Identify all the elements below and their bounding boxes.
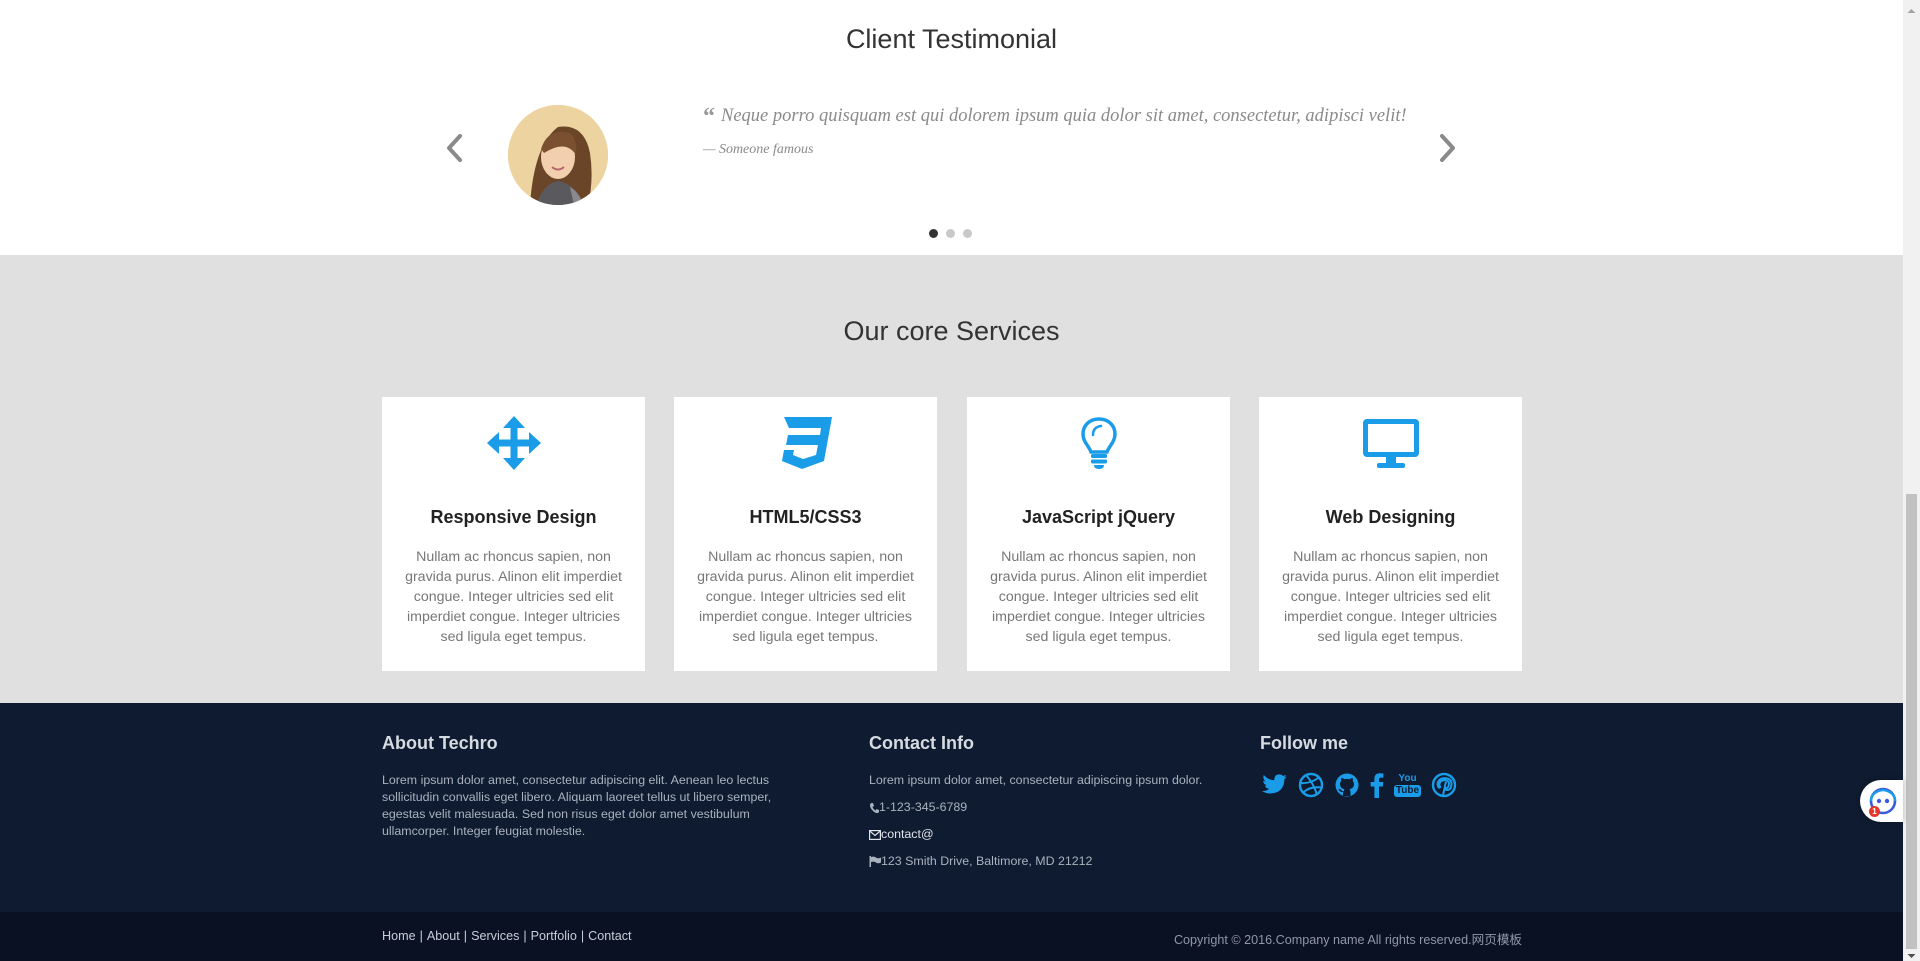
youtube-icon[interactable]: You Tube bbox=[1393, 770, 1422, 800]
carousel-dot-1[interactable] bbox=[929, 229, 938, 238]
testimonial-section: Client Testimonial “ Neque porro quisquam… bbox=[0, 0, 1903, 255]
nav-separator: | bbox=[580, 929, 585, 943]
contact-phone-row: 1-123-345-6789 bbox=[869, 799, 967, 816]
contact-email-row[interactable]: contact@ bbox=[869, 826, 934, 843]
carousel-dot-3[interactable] bbox=[963, 229, 972, 238]
avatar bbox=[508, 105, 608, 205]
footer: About Techro Lorem ipsum dolor amet, con… bbox=[0, 703, 1903, 912]
copyright-text: Copyright © 2016.Company name All rights… bbox=[1173, 933, 1472, 947]
service-card-title: Responsive Design bbox=[430, 507, 597, 527]
testimonial-quote: “ Neque porro quisquam est qui dolorem ip… bbox=[703, 104, 1407, 131]
nav-separator: | bbox=[523, 929, 527, 943]
phone-icon bbox=[870, 802, 879, 813]
scroll-down-arrow[interactable] bbox=[1906, 948, 1917, 958]
carousel-indicators bbox=[929, 229, 972, 238]
youtube-text-bottom: Tube bbox=[1393, 784, 1422, 797]
bottom-bar: Home | About | Services | Portfolio | Co… bbox=[0, 912, 1903, 961]
footer-nav-services[interactable]: Services bbox=[471, 929, 519, 943]
service-card-text: Nullam ac rhoncus sapien, non gravida pu… bbox=[697, 549, 914, 645]
services-section: Our core Services Responsive Design Null… bbox=[0, 255, 1903, 703]
flag-icon bbox=[869, 856, 881, 867]
contact-address-row: 123 Smith Drive, Baltimore, MD 21212 bbox=[869, 853, 1092, 870]
quote-author: — Someone famous bbox=[703, 142, 814, 157]
pinterest-icon[interactable] bbox=[1429, 770, 1458, 800]
carousel-dot-2[interactable] bbox=[946, 229, 955, 238]
footer-nav-contact[interactable]: Contact bbox=[588, 929, 631, 943]
carousel-next-button[interactable] bbox=[1432, 128, 1462, 168]
contact-title: Contact Info bbox=[869, 733, 974, 753]
nav-separator: | bbox=[419, 929, 423, 943]
dribbble-icon[interactable] bbox=[1296, 770, 1325, 800]
footer-nav-about[interactable]: About bbox=[427, 929, 460, 943]
chevron-right-icon bbox=[1440, 134, 1455, 162]
service-card-text: Nullam ac rhoncus sapien, non gravida pu… bbox=[1282, 549, 1499, 645]
service-card-responsive: Responsive Design Nullam ac rhoncus sapi… bbox=[382, 397, 645, 671]
service-card-web-designing: Web Designing Nullam ac rhoncus sapien, … bbox=[1259, 397, 1522, 671]
client-photo bbox=[508, 105, 608, 205]
testimonial-title: Client Testimonial bbox=[845, 24, 1058, 54]
quote-icon: “ bbox=[703, 104, 715, 130]
service-card-text: Nullam ac rhoncus sapien, non gravida pu… bbox=[990, 549, 1207, 645]
service-card-html5-css3: HTML5/CSS3 Nullam ac rhoncus sapien, non… bbox=[674, 397, 937, 671]
template-link[interactable]: 网页模板 bbox=[1472, 933, 1522, 947]
facebook-icon[interactable] bbox=[1368, 770, 1386, 800]
notification-badge: 1 bbox=[1869, 806, 1880, 817]
youtube-text-top: You bbox=[1398, 772, 1417, 784]
service-card-title: JavaScript jQuery bbox=[1021, 507, 1176, 527]
page: Client Testimonial “ Neque porro quisquam… bbox=[0, 0, 1903, 961]
service-card-javascript: JavaScript jQuery Nullam ac rhoncus sapi… bbox=[967, 397, 1230, 671]
service-card-title: HTML5/CSS3 bbox=[749, 507, 862, 527]
social-links: You Tube bbox=[1260, 770, 1458, 800]
service-card-title: Web Designing bbox=[1325, 507, 1456, 527]
floating-assistant-widget[interactable]: 1 bbox=[1860, 780, 1903, 822]
quote-text: Neque porro quisquam est qui dolorem ips… bbox=[721, 106, 1407, 126]
footer-nav-portfolio[interactable]: Portfolio bbox=[531, 929, 577, 943]
contact-address: 123 Smith Drive, Baltimore, MD 21212 bbox=[881, 854, 1093, 868]
desktop-monitor-icon bbox=[1259, 415, 1522, 471]
services-title: Our core Services bbox=[843, 316, 1060, 346]
contact-email[interactable]: contact@ bbox=[881, 826, 934, 843]
about-title: About Techro bbox=[382, 733, 498, 753]
arrows-move-icon bbox=[382, 415, 645, 471]
carousel-prev-button[interactable] bbox=[440, 128, 470, 168]
scroll-up-arrow[interactable] bbox=[1906, 3, 1917, 13]
twitter-icon[interactable] bbox=[1260, 770, 1289, 800]
scrollbar-thumb[interactable] bbox=[1906, 494, 1917, 949]
github-icon[interactable] bbox=[1332, 770, 1361, 800]
chevron-left-icon bbox=[447, 134, 462, 162]
nav-separator: | bbox=[463, 929, 468, 943]
contact-phone: 1-123-345-6789 bbox=[879, 800, 968, 814]
footer-nav-home[interactable]: Home bbox=[382, 929, 416, 943]
about-text: Lorem ipsum dolor amet, consectetur adip… bbox=[382, 773, 772, 838]
copyright: Copyright © 2016.Company name All rights… bbox=[1174, 929, 1522, 948]
contact-intro: Lorem ipsum dolor amet, consectetur adip… bbox=[869, 773, 1203, 787]
follow-title: Follow me bbox=[1260, 733, 1349, 753]
lightbulb-icon bbox=[967, 415, 1230, 471]
css3-icon bbox=[674, 415, 937, 471]
service-card-text: Nullam ac rhoncus sapien, non gravida pu… bbox=[405, 549, 622, 645]
envelope-icon bbox=[869, 829, 881, 840]
footer-nav: Home | About | Services | Portfolio | Co… bbox=[382, 929, 632, 943]
